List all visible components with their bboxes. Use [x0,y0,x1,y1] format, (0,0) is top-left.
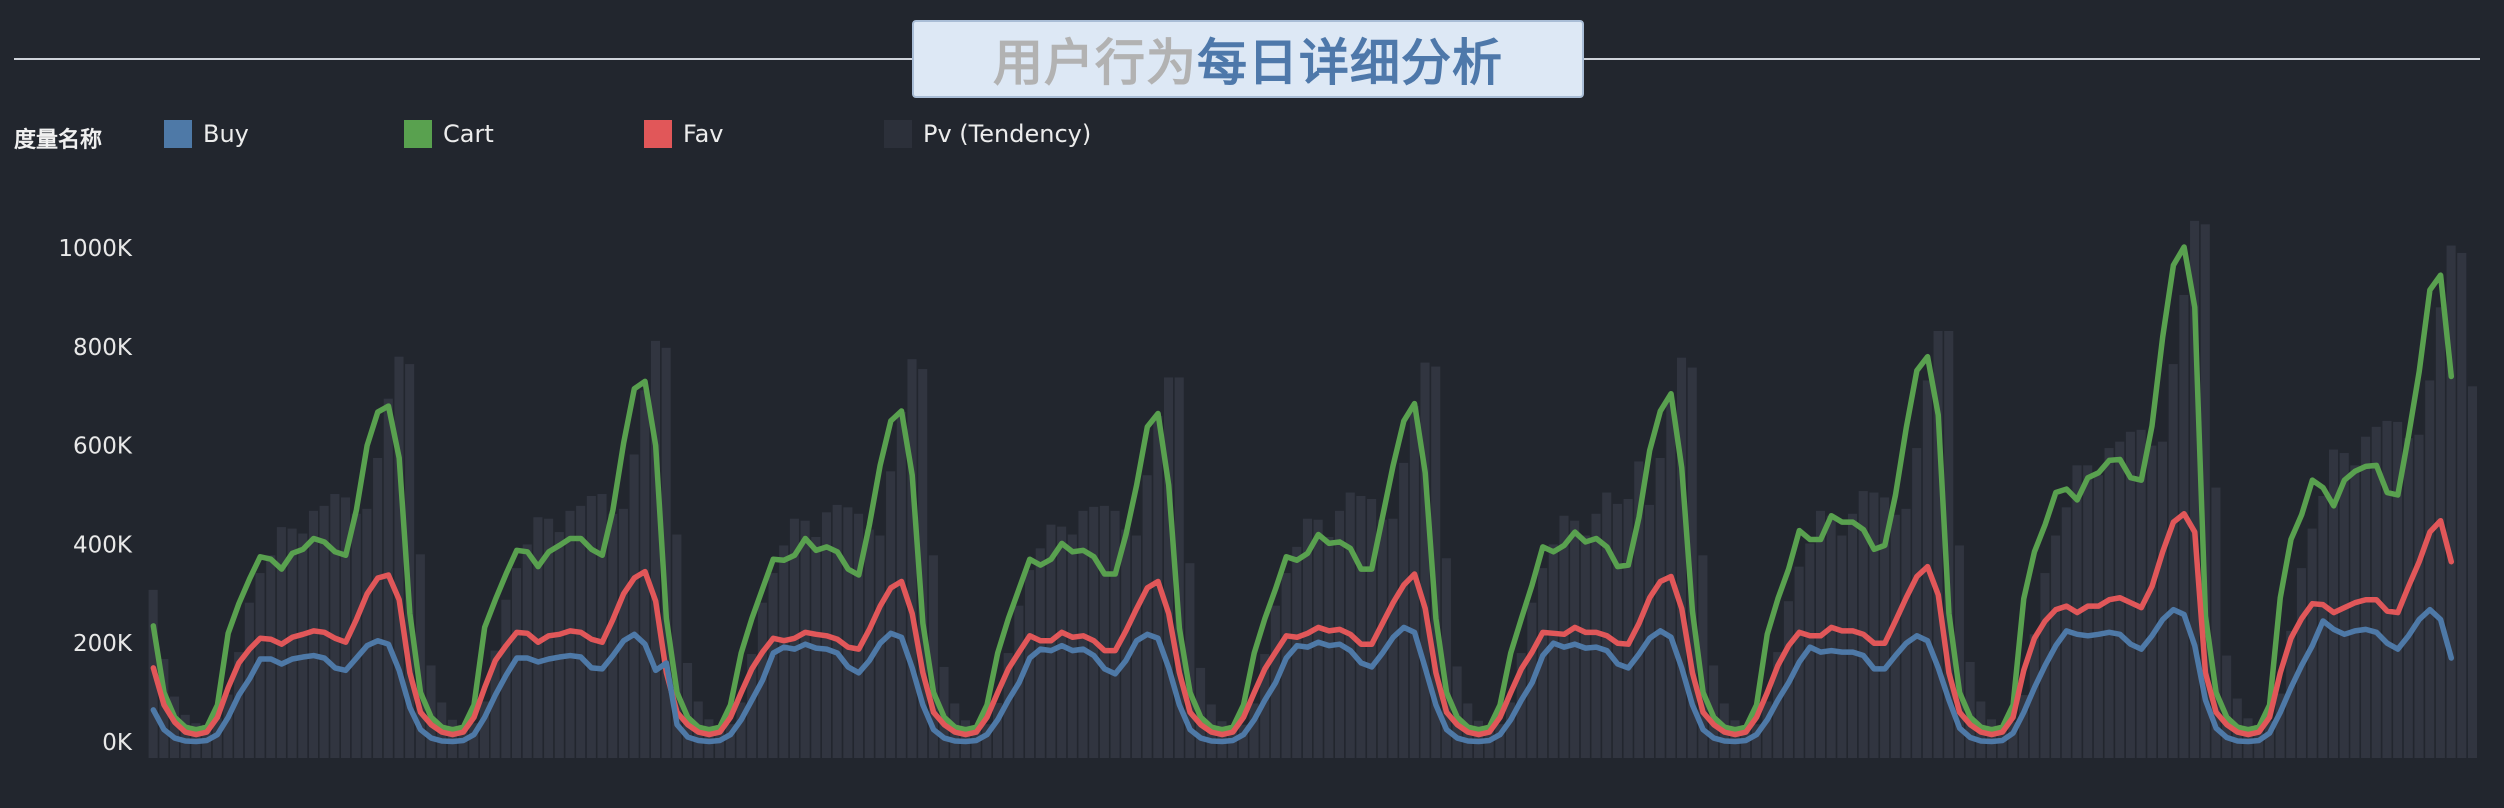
pv-bar[interactable] [2350,465,2360,758]
pv-bar[interactable] [2457,252,2467,758]
pv-bar[interactable] [1367,498,1377,758]
pv-bar[interactable] [1399,462,1409,758]
pv-bar[interactable] [2093,475,2103,758]
y-tick-label: 800K [73,335,133,361]
pv-bar[interactable] [1890,514,1900,758]
pv-bar[interactable] [1848,513,1858,758]
pv-bar[interactable] [2414,434,2424,758]
pv-bar[interactable] [2382,420,2392,758]
pv-bar[interactable] [1623,498,1633,758]
pv-bar[interactable] [1163,377,1174,758]
pv-bar[interactable] [1356,495,1366,758]
pv-bar[interactable] [2179,294,2189,758]
pv-bar[interactable] [1612,503,1622,758]
pv-bar[interactable] [864,529,874,758]
y-tick-label: 1000K [58,236,133,262]
pv-bar[interactable] [554,532,564,758]
pv-bar[interactable] [2425,380,2435,758]
pv-bar[interactable] [1121,529,1131,758]
pv-bar[interactable] [2147,445,2157,758]
pv-bar[interactable] [608,513,618,758]
pv-bar[interactable] [373,457,383,758]
pv-bar[interactable] [586,495,596,758]
pv-bar[interactable] [522,544,532,758]
pv-bar[interactable] [298,533,308,758]
pv-bar[interactable] [1570,520,1580,758]
y-tick-label: 200K [73,631,133,657]
behavior-chart: 0K 200K 400K 600K 800K 1000K [58,220,2477,759]
y-tick-label: 600K [73,434,133,460]
pv-bars [148,220,2477,759]
pv-bar[interactable] [1869,492,1879,758]
pv-bar[interactable] [1837,535,1847,758]
pv-bar[interactable] [2083,465,2093,758]
pv-bar[interactable] [1901,508,1911,758]
pv-bar[interactable] [1110,510,1120,758]
pv-bar[interactable] [1826,515,1836,758]
pv-bar[interactable] [650,340,661,758]
pv-bar[interactable] [1676,357,1687,758]
pv-bar[interactable] [1377,519,1387,758]
pv-bar[interactable] [907,359,917,758]
pv-bar[interactable] [2168,364,2178,758]
pv-bar[interactable] [1644,504,1655,758]
pv-bar[interactable] [1602,492,1612,758]
pv-bar[interactable] [800,520,810,758]
pv-bar[interactable] [1420,362,1430,758]
pv-bar[interactable] [618,508,628,758]
pv-bar[interactable] [1334,510,1345,758]
pv-bar[interactable] [2243,718,2253,758]
pv-bar[interactable] [394,356,404,758]
pv-bar[interactable] [1099,505,1109,758]
pv-bar[interactable] [1912,448,1922,758]
y-tick-label: 0K [102,730,133,756]
pv-bar[interactable] [832,504,842,758]
y-tick-label: 400K [73,532,133,558]
pv-bar[interactable] [629,454,639,758]
pv-bar[interactable] [1655,457,1665,758]
pv-bar[interactable] [330,494,340,758]
pv-bar[interactable] [2157,441,2168,758]
pv-bar[interactable] [351,513,361,758]
pv-bar[interactable] [2467,386,2477,758]
pv-bar[interactable] [1057,526,1067,758]
pv-bar[interactable] [1089,506,1099,758]
pv-bar[interactable] [843,507,853,758]
pv-bar[interactable] [1142,475,1152,758]
pv-bar[interactable] [362,508,372,758]
pv-bar[interactable] [1313,519,1323,758]
pv-bar[interactable] [886,471,896,758]
pv-bar[interactable] [1345,492,1355,758]
